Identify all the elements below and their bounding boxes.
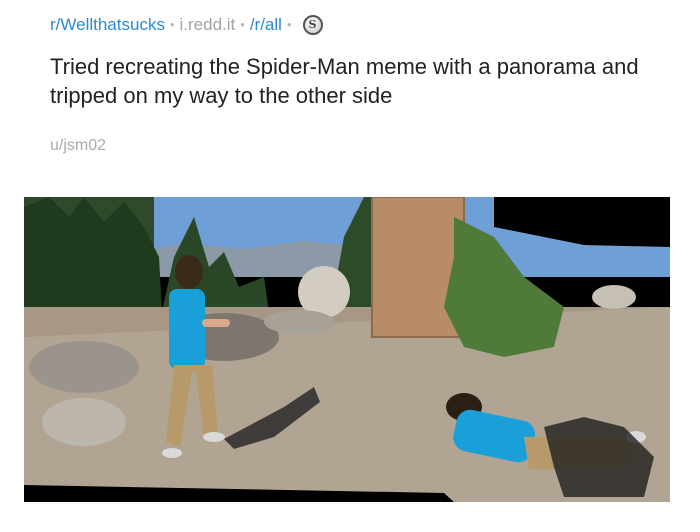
separator-dot: • — [287, 14, 292, 36]
boulder — [592, 285, 636, 309]
silver-award-icon[interactable]: S — [303, 15, 323, 35]
boulder — [29, 341, 139, 393]
subreddit-link[interactable]: r/Wellthatsucks — [50, 14, 165, 36]
domain-link[interactable]: i.redd.it — [180, 14, 236, 36]
post-meta-row: r/Wellthatsucks • i.redd.it • /r/all • S — [50, 14, 323, 36]
post-author[interactable]: u/jsm02 — [50, 137, 106, 155]
boulder — [298, 266, 350, 318]
boulder — [264, 310, 334, 334]
panorama-photo — [24, 197, 670, 502]
separator-dot: • — [170, 14, 175, 36]
crosspost-link[interactable]: /r/all — [250, 14, 282, 36]
post-image[interactable] — [24, 197, 670, 502]
separator-dot: • — [240, 14, 245, 36]
post-title[interactable]: Tried recreating the Spider-Man meme wit… — [50, 52, 650, 110]
boulder — [42, 398, 126, 446]
